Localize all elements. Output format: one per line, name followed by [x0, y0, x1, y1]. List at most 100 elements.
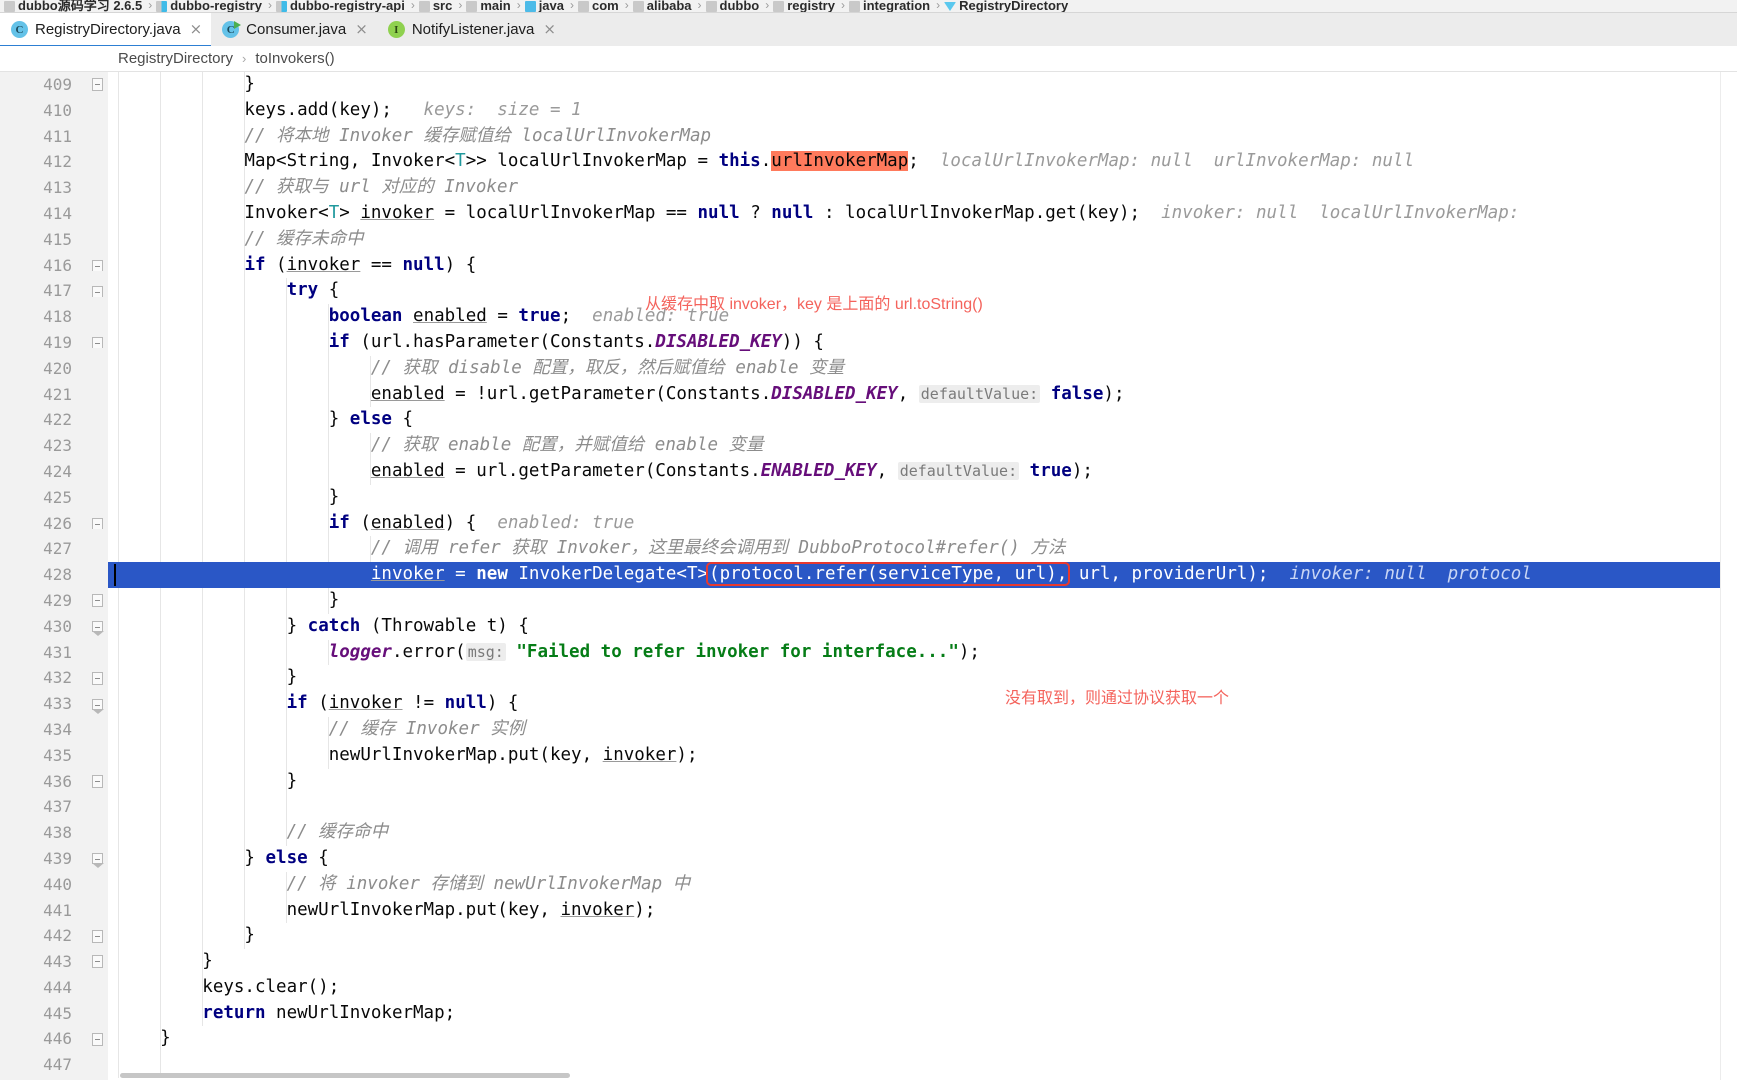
- code-fold-toggle[interactable]: [88, 278, 106, 304]
- code-text[interactable]: }: [118, 1026, 171, 1052]
- code-line[interactable]: 420 // 获取 disable 配置，取反，然后赋值给 enable 变量: [0, 355, 1737, 382]
- code-fold-toggle[interactable]: [88, 253, 106, 279]
- code-fold-toggle[interactable]: [88, 769, 106, 795]
- code-fold-toggle[interactable]: [88, 949, 106, 975]
- code-line[interactable]: 442 }: [0, 923, 1737, 950]
- code-fold-toggle[interactable]: [88, 588, 106, 614]
- code-line[interactable]: 416 if (invoker == null) {: [0, 252, 1737, 279]
- project-breadcrumb-item-4[interactable]: main: [466, 0, 511, 12]
- code-lines[interactable]: 409 } 410 keys.add(key); keys: size = 1 41…: [0, 72, 1737, 1079]
- code-text[interactable]: if (enabled) { enabled: true: [118, 511, 635, 537]
- code-line[interactable]: 423 // 获取 enable 配置，并赋值给 enable 变量: [0, 433, 1737, 459]
- code-text[interactable]: logger.error(msg: "Failed to refer invok…: [118, 640, 980, 666]
- code-line[interactable]: 412 Map<String, Invoker<T>> localUrlInvo…: [0, 149, 1737, 176]
- code-text[interactable]: }: [118, 769, 298, 795]
- code-fold-toggle[interactable]: [88, 614, 106, 640]
- code-line[interactable]: 431 logger.error(msg: "Failed to refer i…: [0, 639, 1737, 666]
- code-line[interactable]: 426 if (enabled) { enabled: true: [0, 510, 1737, 537]
- code-line[interactable]: 440 // 将 invoker 存储到 newUrlInvokerMap 中: [0, 871, 1737, 898]
- code-line[interactable]: 443 }: [0, 949, 1737, 975]
- code-text[interactable]: newUrlInvokerMap.put(key, invoker);: [118, 898, 656, 924]
- code-text[interactable]: }: [118, 588, 340, 614]
- close-icon[interactable]: ×: [190, 22, 203, 37]
- code-line[interactable]: 411 // 将本地 Invoker 缓存赋值给 localUrlInvoker…: [0, 123, 1737, 150]
- breadcrumb-class[interactable]: RegistryDirectory: [118, 50, 233, 67]
- editor-tab-notifylistener-java[interactable]: I NotifyListener.java ×: [377, 13, 565, 46]
- code-text[interactable]: }: [118, 665, 298, 691]
- horizontal-scrollbar[interactable]: [120, 1073, 570, 1078]
- code-line[interactable]: 432 }: [0, 665, 1737, 692]
- code-text[interactable]: invoker = new InvokerDelegate<T>(protoco…: [118, 562, 1532, 588]
- code-text[interactable]: if (url.hasParameter(Constants.DISABLED_…: [118, 330, 824, 356]
- code-text[interactable]: newUrlInvokerMap.put(key, invoker);: [118, 743, 698, 769]
- project-breadcrumb-item-6[interactable]: com: [578, 0, 619, 12]
- code-fold-toggle[interactable]: [88, 665, 106, 691]
- project-breadcrumb-item-2[interactable]: dubbo-registry-api: [275, 0, 405, 12]
- code-text[interactable]: keys.clear();: [118, 975, 339, 1001]
- code-text[interactable]: }: [118, 923, 255, 949]
- code-text[interactable]: }: [118, 72, 255, 98]
- code-text[interactable]: } catch (Throwable t) {: [118, 614, 529, 640]
- code-line[interactable]: 409 }: [0, 72, 1737, 98]
- code-line[interactable]: 410 keys.add(key); keys: size = 1: [0, 97, 1737, 124]
- code-text[interactable]: // 将本地 Invoker 缓存赋值给 localUrlInvokerMap: [118, 124, 711, 150]
- code-line[interactable]: 435 newUrlInvokerMap.put(key, invoker);: [0, 742, 1737, 769]
- code-line[interactable]: 437: [0, 794, 1737, 821]
- code-text[interactable]: // 调用 refer 获取 Invoker，这里最终会调用到 DubboPro…: [118, 536, 1065, 562]
- code-fold-toggle[interactable]: [88, 1026, 106, 1052]
- code-text[interactable]: // 获取与 url 对应的 Invoker: [118, 175, 518, 201]
- code-line[interactable]: 427 // 调用 refer 获取 Invoker，这里最终会调用到 Dubb…: [0, 536, 1737, 563]
- project-breadcrumb-item-11[interactable]: RegistryDirectory: [944, 0, 1068, 12]
- editor-scroll-rail[interactable]: [1720, 72, 1737, 1080]
- code-fold-toggle[interactable]: [88, 511, 106, 537]
- project-breadcrumb-item-8[interactable]: dubbo: [705, 0, 759, 12]
- code-text[interactable]: // 缓存 Invoker 实例: [118, 717, 525, 743]
- code-line[interactable]: 438 // 缓存命中: [0, 820, 1737, 846]
- project-breadcrumb-item-3[interactable]: src: [418, 0, 452, 12]
- code-line[interactable]: 413 // 获取与 url 对应的 Invoker: [0, 175, 1737, 201]
- code-text[interactable]: // 缓存命中: [118, 820, 389, 846]
- code-line[interactable]: 446 }: [0, 1026, 1737, 1053]
- code-text[interactable]: Invoker<T> invoker = localUrlInvokerMap …: [118, 201, 1519, 227]
- code-text[interactable]: enabled = !url.getParameter(Constants.DI…: [118, 382, 1125, 408]
- code-text[interactable]: if (invoker == null) {: [118, 253, 476, 279]
- code-text[interactable]: } else {: [118, 407, 413, 433]
- code-line[interactable]: 428 invoker = new InvokerDelegate<T>(pro…: [0, 562, 1737, 588]
- code-line[interactable]: 445 return newUrlInvokerMap;: [0, 1000, 1737, 1027]
- code-text[interactable]: } else {: [118, 846, 328, 872]
- project-breadcrumb-item-7[interactable]: alibaba: [632, 0, 692, 12]
- editor-tab-bar[interactable]: C RegistryDirectory.java × C Consumer.java × I…: [0, 13, 1737, 48]
- code-line[interactable]: 421 enabled = !url.getParameter(Constant…: [0, 381, 1737, 408]
- file-breadcrumb[interactable]: RegistryDirectory › toInvokers(): [0, 46, 1737, 72]
- code-text[interactable]: keys.add(key); keys: size = 1: [118, 98, 581, 124]
- project-breadcrumb-item-9[interactable]: registry: [773, 0, 835, 12]
- code-text[interactable]: // 获取 disable 配置，取反，然后赋值给 enable 变量: [118, 356, 844, 382]
- project-breadcrumb-item-0[interactable]: dubbo源码学习 2.6.5: [4, 0, 142, 12]
- code-line[interactable]: 429 }: [0, 587, 1737, 614]
- code-fold-toggle[interactable]: [88, 846, 106, 872]
- code-text[interactable]: return newUrlInvokerMap;: [118, 1001, 455, 1027]
- code-line[interactable]: 419 if (url.hasParameter(Constants.DISAB…: [0, 329, 1737, 356]
- code-text[interactable]: // 缓存未命中: [118, 227, 363, 253]
- code-editor[interactable]: 409 } 410 keys.add(key); keys: size = 1 41…: [0, 72, 1737, 1080]
- code-line[interactable]: 433 if (invoker != null) {: [0, 691, 1737, 717]
- code-text[interactable]: }: [118, 485, 340, 511]
- project-breadcrumb[interactable]: dubbo源码学习 2.6.5 › dubbo-registry › dubbo-reg…: [0, 0, 1737, 13]
- code-text[interactable]: Map<String, Invoker<T>> localUrlInvokerM…: [118, 149, 1414, 175]
- code-line[interactable]: 439 } else {: [0, 845, 1737, 872]
- editor-tab-registrydirectory-java[interactable]: C RegistryDirectory.java ×: [0, 13, 212, 48]
- project-breadcrumb-item-5[interactable]: java: [524, 0, 564, 12]
- project-breadcrumb-item-1[interactable]: dubbo-registry: [156, 0, 262, 12]
- code-line[interactable]: 422 } else {: [0, 407, 1737, 434]
- code-line[interactable]: 414 Invoker<T> invoker = localUrlInvoker…: [0, 200, 1737, 227]
- code-text[interactable]: // 将 invoker 存储到 newUrlInvokerMap 中: [118, 872, 691, 898]
- code-text[interactable]: boolean enabled = true; enabled: true: [118, 304, 729, 330]
- code-text[interactable]: // 获取 enable 配置，并赋值给 enable 变量: [118, 433, 764, 459]
- code-line[interactable]: 425 }: [0, 484, 1737, 511]
- code-fold-toggle[interactable]: [88, 691, 106, 717]
- code-text[interactable]: try {: [118, 278, 340, 304]
- editor-tab-consumer-java[interactable]: C Consumer.java ×: [211, 13, 377, 46]
- project-breadcrumb-item-10[interactable]: integration: [848, 0, 930, 12]
- code-line[interactable]: 441 newUrlInvokerMap.put(key, invoker);: [0, 897, 1737, 924]
- code-line[interactable]: 434 // 缓存 Invoker 实例: [0, 716, 1737, 743]
